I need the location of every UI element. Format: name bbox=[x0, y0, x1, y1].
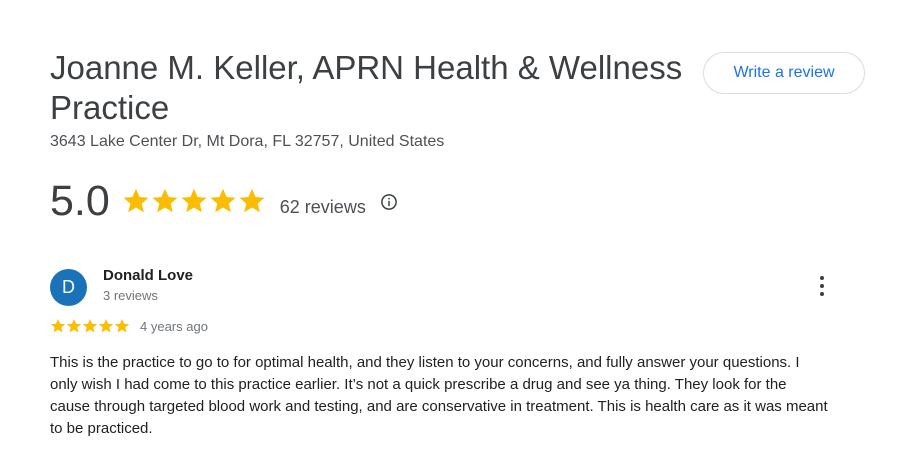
review-text: This is the practice to go to for optima… bbox=[50, 354, 828, 437]
star-icon bbox=[50, 319, 66, 333]
rating-value: 5.0 bbox=[50, 177, 110, 225]
menu-dot bbox=[820, 284, 824, 288]
review-date: 4 years ago bbox=[140, 318, 208, 334]
star-icon bbox=[82, 319, 98, 333]
star-icon bbox=[210, 188, 236, 213]
star-icon bbox=[181, 188, 207, 213]
star-icon bbox=[152, 188, 178, 213]
star-icon bbox=[98, 319, 114, 333]
reviewer-review-count: 3 reviews bbox=[103, 288, 158, 303]
rating-summary: 5.0 62 reviews bbox=[50, 176, 398, 226]
avatar[interactable]: D bbox=[50, 269, 87, 306]
menu-dot bbox=[820, 292, 824, 296]
review-rating: 4 years ago bbox=[50, 318, 208, 334]
star-icon bbox=[239, 188, 265, 213]
total-review-count: 62 reviews bbox=[279, 196, 366, 217]
star-icon bbox=[114, 319, 130, 333]
reviewer-name[interactable]: Donald Love bbox=[103, 267, 193, 285]
reviewer-meta: Donald Love 3 reviews bbox=[103, 267, 193, 303]
star-icon bbox=[66, 319, 82, 333]
business-address: 3643 Lake Center Dr, Mt Dora, FL 32757, … bbox=[50, 133, 445, 150]
reviewer-header: D Donald Love 3 reviews bbox=[50, 267, 193, 306]
menu-dot bbox=[820, 276, 824, 280]
review-stars bbox=[50, 318, 130, 334]
star-icon bbox=[123, 188, 149, 213]
write-review-button[interactable]: Write a review bbox=[703, 52, 865, 94]
business-title: Joanne M. Keller, APRN Health & Wellness… bbox=[50, 49, 683, 126]
info-icon[interactable] bbox=[380, 193, 398, 211]
more-vert-icon[interactable] bbox=[812, 273, 832, 299]
rating-stars bbox=[122, 187, 266, 215]
